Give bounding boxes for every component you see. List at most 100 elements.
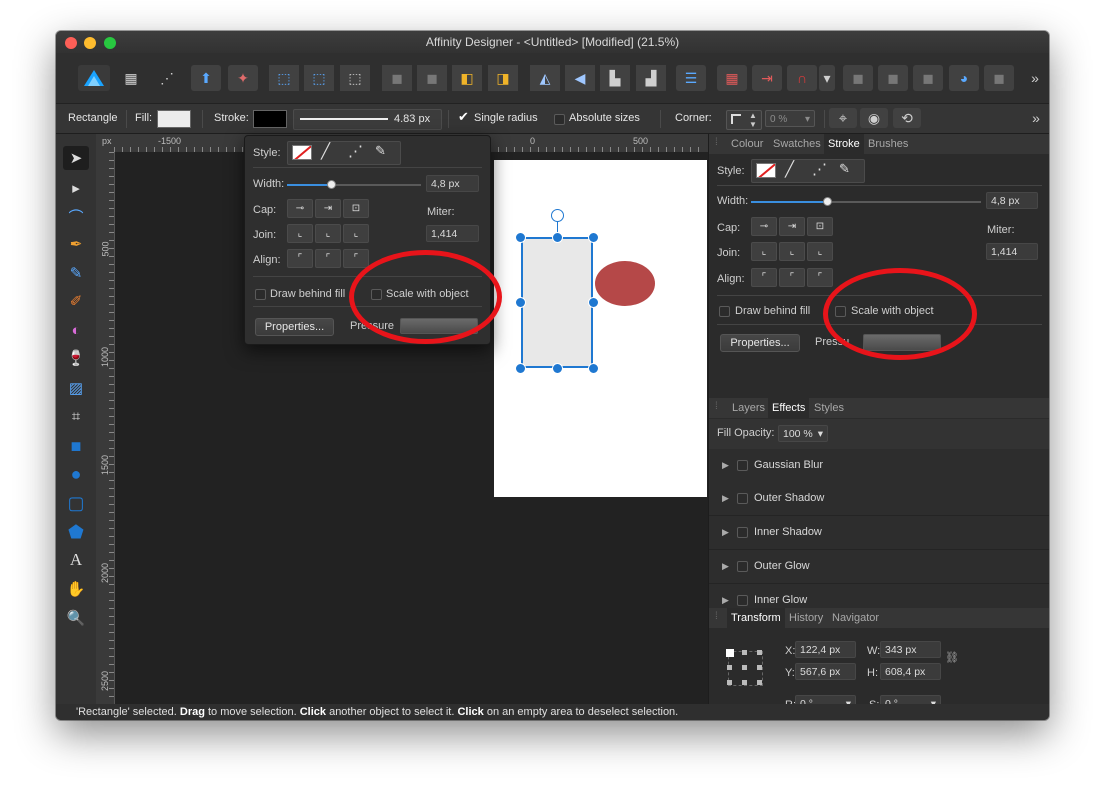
- rotation-handle[interactable]: [551, 209, 564, 222]
- polygon-tool-icon[interactable]: ⬟: [63, 520, 89, 544]
- lock-aspect-icon[interactable]: ⛓: [945, 651, 959, 664]
- flip-vertical-icon[interactable]: ◀: [565, 65, 595, 91]
- more-context-icon[interactable]: »: [1028, 108, 1044, 128]
- flip-horizontal-icon[interactable]: ◭: [530, 65, 560, 91]
- selection-handle[interactable]: [588, 297, 599, 308]
- anchor-point[interactable]: [727, 680, 732, 685]
- node-tool-icon[interactable]: ▸: [63, 176, 89, 200]
- geometry-divide-icon[interactable]: ◼: [984, 65, 1014, 91]
- pixel-persona-icon[interactable]: ▦: [116, 65, 146, 91]
- grid-icon[interactable]: ▦: [717, 65, 747, 91]
- align-icon[interactable]: ☰: [676, 65, 706, 91]
- align-inside-icon[interactable]: ⌜: [287, 249, 313, 268]
- h-input[interactable]: 608,4 px: [880, 663, 941, 680]
- fill-swatch[interactable]: [157, 110, 191, 128]
- snapping-dropdown-icon[interactable]: ▾: [819, 65, 835, 91]
- effect-row[interactable]: ▶ Outer Glow: [709, 550, 1049, 584]
- draw-behind-fill-checkbox[interactable]: [719, 306, 730, 317]
- preview-eye-icon[interactable]: ◉: [860, 108, 888, 128]
- selection-handle[interactable]: [515, 297, 526, 308]
- tab-colour[interactable]: Colour: [731, 138, 763, 150]
- butt-cap-icon[interactable]: ⊸: [751, 217, 777, 236]
- width-slider-knob[interactable]: [822, 197, 832, 206]
- anchor-point[interactable]: [757, 665, 762, 670]
- miter-input[interactable]: 1,414: [426, 225, 479, 242]
- miter-join-icon[interactable]: ⌞: [287, 224, 313, 243]
- align-center-icon[interactable]: ⌜: [315, 249, 341, 268]
- anchor-point[interactable]: [742, 680, 747, 685]
- width-input[interactable]: 4,8 px: [426, 175, 479, 192]
- rotate-left-icon[interactable]: ▙: [600, 65, 630, 91]
- miter-input[interactable]: 1,414: [986, 243, 1038, 260]
- align-center-icon[interactable]: ⌜: [779, 268, 805, 287]
- properties-button[interactable]: Properties...: [255, 318, 334, 336]
- bevel-join-icon[interactable]: ⌞: [807, 242, 833, 261]
- square-cap-icon[interactable]: ⊡: [343, 199, 369, 218]
- effect-checkbox[interactable]: [737, 527, 748, 538]
- zoom-tool-icon[interactable]: 🔍: [63, 606, 89, 630]
- close-window-button[interactable]: [65, 37, 77, 49]
- selection-handle[interactable]: [588, 363, 599, 374]
- no-stroke-icon[interactable]: [756, 163, 776, 178]
- effect-row[interactable]: ▶ Gaussian Blur: [709, 449, 1049, 483]
- geometry-add-icon[interactable]: ◼: [843, 65, 873, 91]
- anchor-point-selector[interactable]: [726, 649, 764, 687]
- effect-row[interactable]: ▶ Outer Shadow: [709, 482, 1049, 516]
- width-slider-knob[interactable]: [327, 180, 337, 189]
- tab-navigator[interactable]: Navigator: [832, 612, 879, 624]
- crop-tool-icon[interactable]: ⌗: [63, 404, 89, 428]
- tab-brushes[interactable]: Brushes: [868, 138, 908, 150]
- selection-handle[interactable]: [552, 232, 563, 243]
- tab-effects[interactable]: Effects: [768, 398, 810, 418]
- align-outside-icon[interactable]: ⌜: [807, 268, 833, 287]
- rounded-rectangle-tool-icon[interactable]: ▢: [63, 491, 89, 515]
- geometry-xor-icon[interactable]: ◕: [949, 65, 979, 91]
- boolean-intersect-icon[interactable]: ◧: [452, 65, 482, 91]
- single-radius-checkbox[interactable]: ✔: [458, 109, 469, 125]
- transform-origin-icon[interactable]: ⟲: [893, 108, 921, 128]
- fill-opacity-dropdown[interactable]: 100 % ▾: [778, 425, 828, 442]
- view-tool-icon[interactable]: ✋: [63, 577, 89, 601]
- disclosure-triangle-icon[interactable]: ▶: [722, 595, 729, 606]
- text-tool-icon[interactable]: A: [63, 548, 89, 572]
- snap-bounds-icon[interactable]: ⬚: [269, 65, 299, 91]
- round-join-icon[interactable]: ⌞: [779, 242, 805, 261]
- anchor-point[interactable]: [757, 650, 762, 655]
- solid-line-icon[interactable]: ╱: [321, 142, 330, 160]
- round-cap-icon[interactable]: ⇥: [315, 199, 341, 218]
- tab-swatches[interactable]: Swatches: [773, 138, 821, 150]
- isolate-icon[interactable]: ✦: [228, 65, 258, 91]
- effect-checkbox[interactable]: [737, 460, 748, 471]
- stroke-width-button[interactable]: 4.83 px: [293, 109, 442, 130]
- dashed-line-icon[interactable]: ⋰: [348, 142, 363, 160]
- width-input[interactable]: 4,8 px: [986, 192, 1038, 209]
- x-input[interactable]: 122,4 px: [795, 641, 856, 658]
- move-tool-icon[interactable]: ➤: [63, 146, 89, 170]
- miter-join-icon[interactable]: ⌞: [751, 242, 777, 261]
- app-logo-icon[interactable]: [78, 65, 110, 91]
- corner-tool-icon[interactable]: ⌒: [63, 204, 89, 228]
- no-stroke-icon[interactable]: [292, 145, 312, 160]
- pen-tool-icon[interactable]: ✒: [63, 232, 89, 256]
- tab-transform[interactable]: Transform: [727, 608, 785, 628]
- geometry-subtract-icon[interactable]: ◼: [878, 65, 908, 91]
- disclosure-triangle-icon[interactable]: ▶: [722, 561, 729, 572]
- selection-handle[interactable]: [588, 232, 599, 243]
- minimize-window-button[interactable]: [84, 37, 96, 49]
- butt-cap-icon[interactable]: ⊸: [287, 199, 313, 218]
- transparency-tool-icon[interactable]: 🍷: [63, 346, 89, 370]
- anchor-point[interactable]: [727, 665, 732, 670]
- snapping-magnet-icon[interactable]: ∩: [787, 65, 817, 91]
- bevel-join-icon[interactable]: ⌞: [343, 224, 369, 243]
- corner-value-field[interactable]: 0 % ▾: [765, 110, 815, 127]
- round-cap-icon[interactable]: ⇥: [779, 217, 805, 236]
- width-slider[interactable]: [751, 197, 981, 206]
- tab-styles[interactable]: Styles: [814, 402, 844, 414]
- align-outside-icon[interactable]: ⌜: [343, 249, 369, 268]
- selection-handle[interactable]: [515, 232, 526, 243]
- anchor-point[interactable]: [757, 680, 762, 685]
- align-inside-icon[interactable]: ⌜: [751, 268, 777, 287]
- effect-checkbox[interactable]: [737, 493, 748, 504]
- ellipse-tool-icon[interactable]: ●: [63, 462, 89, 486]
- absolute-sizes-checkbox[interactable]: [554, 114, 565, 125]
